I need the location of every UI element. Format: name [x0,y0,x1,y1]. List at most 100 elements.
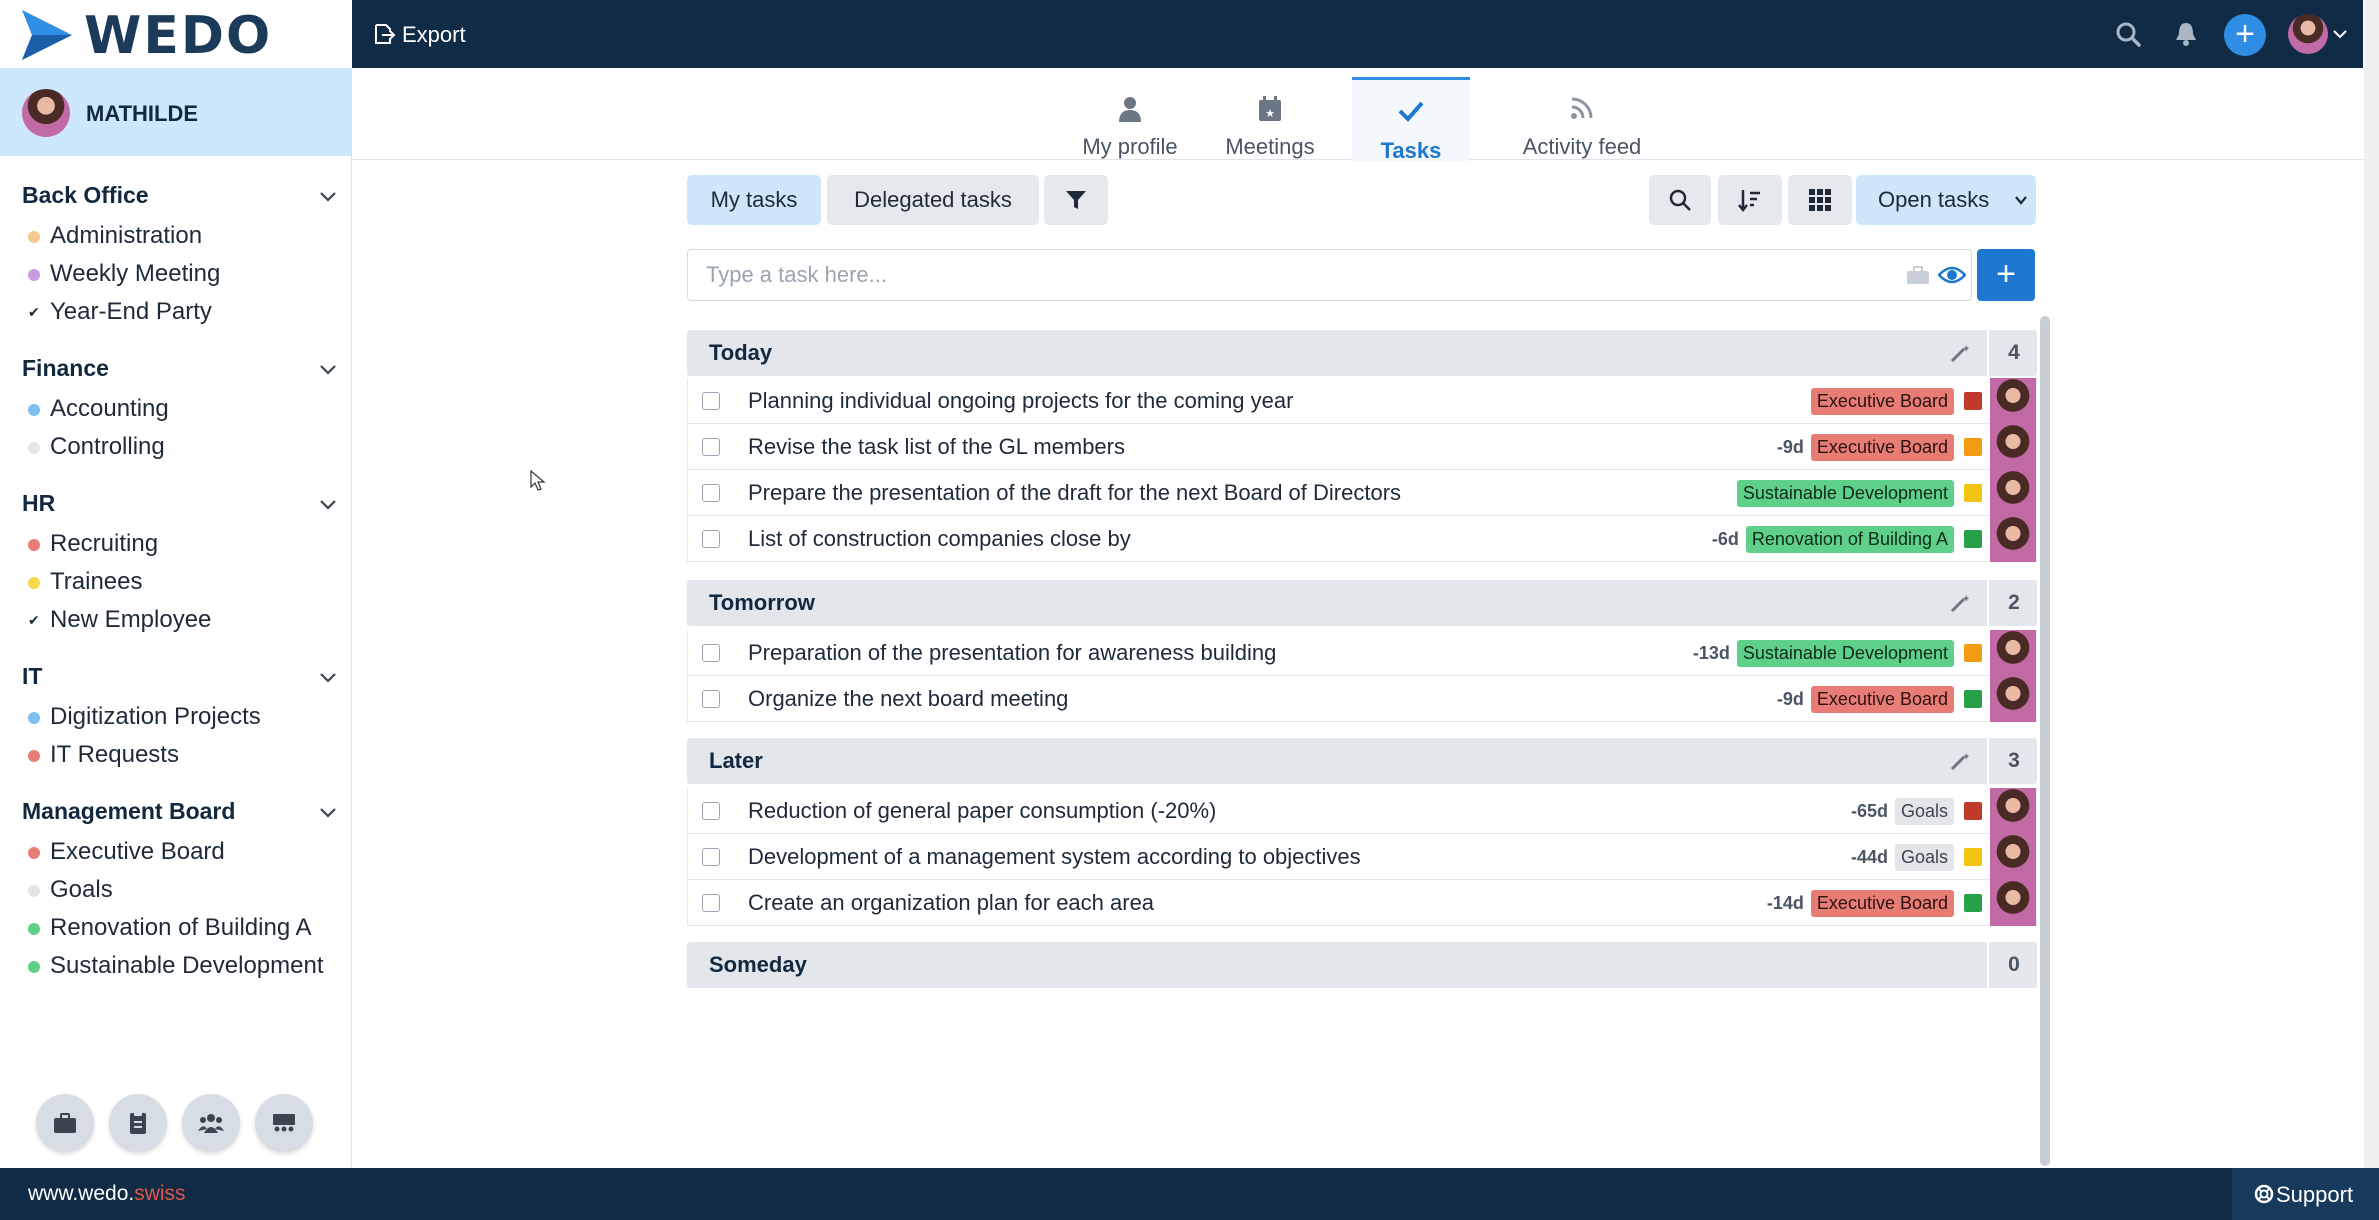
avatar[interactable] [1990,516,2036,562]
avatar[interactable] [1990,788,2036,834]
task-checkbox[interactable] [702,438,720,456]
priority-marker[interactable] [1964,644,1982,662]
task-tag[interactable]: Goals [1894,797,1954,825]
section-header[interactable]: Someday 0 [687,942,2037,988]
magic-wand-icon[interactable]: ✦ [1949,342,1971,364]
add-button[interactable]: + [2224,14,2266,56]
task-checkbox[interactable] [702,484,720,502]
task-title[interactable]: Development of a management system accor… [748,844,1361,870]
grid-view-button[interactable] [1788,175,1852,225]
task-row[interactable]: Organize the next board meeting -9d Exec… [687,676,2037,722]
chevron-down-icon[interactable] [318,359,338,379]
section-header[interactable]: Later ✦ 3 [687,738,2037,784]
chevron-down-icon[interactable] [2332,26,2348,42]
magic-wand-icon[interactable]: ✦ [1949,750,1971,772]
logo[interactable]: WEDO [0,0,352,68]
group-title[interactable]: Finance [22,355,109,382]
section-header[interactable]: Tomorrow ✦ 2 [687,580,2037,626]
task-tag[interactable]: Sustainable Development [1736,639,1954,667]
task-checkbox[interactable] [702,802,720,820]
task-tag[interactable]: Sustainable Development [1736,479,1954,507]
task-checkbox[interactable] [702,690,720,708]
window-scrollbar[interactable] [2364,0,2379,1168]
sort-button[interactable] [1718,175,1782,225]
task-input[interactable] [688,250,1868,300]
priority-marker[interactable] [1964,894,1982,912]
avatar[interactable] [1990,676,2036,722]
magic-wand-icon[interactable]: ✦ [1949,592,1971,614]
task-checkbox[interactable] [702,848,720,866]
task-row[interactable]: Revise the task list of the GL members -… [687,424,2037,470]
priority-marker[interactable] [1964,392,1982,410]
task-checkbox[interactable] [702,392,720,410]
bell-icon[interactable] [2174,20,2198,48]
task-tag[interactable]: Executive Board [1810,889,1954,917]
tab-meetings[interactable]: ★ Meetings [1210,76,1330,160]
chevron-down-icon[interactable] [318,186,338,206]
meeting-room-button[interactable] [255,1094,313,1152]
briefcase-icon[interactable] [1906,265,1930,285]
group-title[interactable]: HR [22,490,55,517]
briefcase-button[interactable] [36,1094,94,1152]
eye-icon[interactable] [1938,264,1966,286]
priority-marker[interactable] [1964,802,1982,820]
add-task-button[interactable]: + [1977,249,2035,301]
task-tag[interactable]: Executive Board [1810,387,1954,415]
current-user[interactable]: MATHILDE [0,68,352,156]
task-row[interactable]: Create an organization plan for each are… [687,880,2037,926]
priority-marker[interactable] [1964,848,1982,866]
tab-tasks[interactable]: Tasks [1352,77,1470,163]
chevron-down-icon[interactable] [318,802,338,822]
priority-marker[interactable] [1964,438,1982,456]
group-title[interactable]: Back Office [22,182,149,209]
footer-site-link[interactable]: www.wedo.swiss [28,1182,186,1206]
task-title[interactable]: Prepare the presentation of the draft fo… [748,480,1401,506]
priority-marker[interactable] [1964,484,1982,502]
chevron-down-icon[interactable] [318,667,338,687]
priority-marker[interactable] [1964,530,1982,548]
task-list-scrollbar[interactable] [2040,316,2050,1166]
open-tasks-dropdown[interactable]: Open tasks [1856,175,2036,225]
task-row[interactable]: Prepare the presentation of the draft fo… [687,470,2037,516]
avatar[interactable] [1990,424,2036,470]
section-header[interactable]: Today ✦ 4 [687,330,2037,376]
avatar[interactable] [1990,880,2036,926]
avatar[interactable] [1990,470,2036,516]
delegated-tasks-button[interactable]: Delegated tasks [827,175,1039,225]
task-title[interactable]: Planning individual ongoing projects for… [748,388,1293,414]
task-tag[interactable]: Executive Board [1810,433,1954,461]
team-button[interactable] [182,1094,240,1152]
tab-my-profile[interactable]: My profile [1066,76,1194,160]
task-tag[interactable]: Renovation of Building A [1745,525,1954,553]
group-title[interactable]: Management Board [22,798,235,825]
task-title[interactable]: List of construction companies close by [748,526,1131,552]
filter-button[interactable] [1044,175,1108,225]
avatar[interactable] [1990,834,2036,880]
task-title[interactable]: Organize the next board meeting [748,686,1068,712]
task-checkbox[interactable] [702,530,720,548]
task-tag[interactable]: Executive Board [1810,685,1954,713]
task-checkbox[interactable] [702,644,720,662]
support-button[interactable]: Support [2232,1168,2379,1220]
avatar[interactable] [1990,378,2036,424]
search-button[interactable] [1649,175,1711,225]
priority-marker[interactable] [1964,690,1982,708]
checklist-button[interactable] [109,1094,167,1152]
task-title[interactable]: Preparation of the presentation for awar… [748,640,1276,666]
search-icon[interactable] [2114,20,2142,48]
my-tasks-button[interactable]: My tasks [687,175,821,225]
task-title[interactable]: Create an organization plan for each are… [748,890,1154,916]
group-title[interactable]: IT [22,663,42,690]
chevron-down-icon[interactable] [318,494,338,514]
task-row[interactable]: Preparation of the presentation for awar… [687,630,2037,676]
tab-activity-feed[interactable]: Activity feed [1492,76,1672,160]
task-row[interactable]: Reduction of general paper consumption (… [687,788,2037,834]
task-checkbox[interactable] [702,894,720,912]
task-title[interactable]: Revise the task list of the GL members [748,434,1125,460]
avatar[interactable] [2288,14,2328,54]
task-row[interactable]: List of construction companies close by … [687,516,2037,562]
task-title[interactable]: Reduction of general paper consumption (… [748,798,1216,824]
task-tag[interactable]: Goals [1894,843,1954,871]
task-row[interactable]: Planning individual ongoing projects for… [687,378,2037,424]
task-row[interactable]: Development of a management system accor… [687,834,2037,880]
